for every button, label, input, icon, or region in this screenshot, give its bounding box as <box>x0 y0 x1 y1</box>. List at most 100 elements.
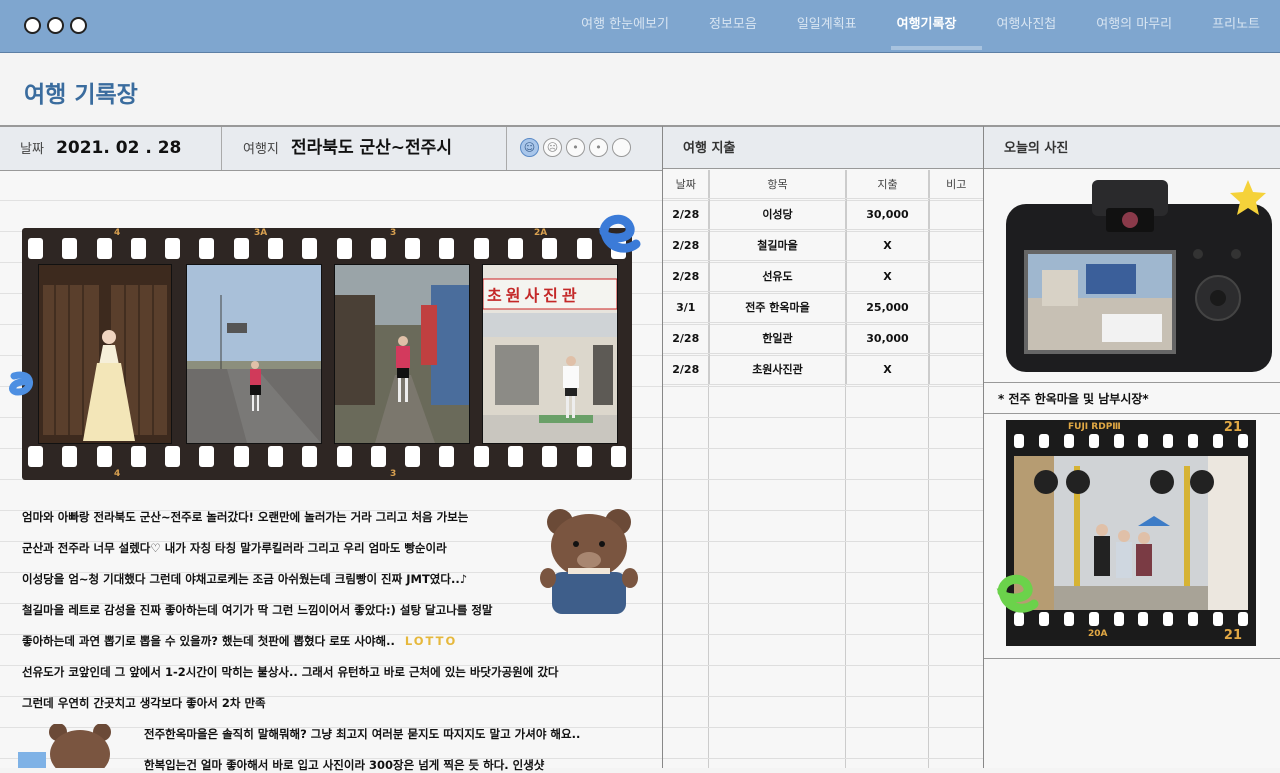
table-row[interactable]: 2/28 이성당 30,000 <box>663 198 983 230</box>
top-navigation-bar: 여행 한눈에보기 정보모음 일일계획표 여행기록장 여행사진첩 여행의 마무리 … <box>0 0 1280 53</box>
mood-cry-icon[interactable]: • <box>589 138 608 157</box>
film-photo-railway-village[interactable] <box>334 264 470 444</box>
film-frame-label: 20A <box>1088 629 1108 639</box>
table-header-row: 날짜 항목 지출 비고 <box>663 170 983 199</box>
expense-note[interactable] <box>929 291 983 323</box>
date-label: 날짜 <box>20 142 44 157</box>
divider <box>984 413 1280 414</box>
film-photo-hanok[interactable] <box>38 264 172 444</box>
expense-amount[interactable]: 30,000 <box>846 198 930 230</box>
expense-note[interactable] <box>929 353 983 385</box>
column-header: 비고 <box>929 170 983 199</box>
window-dot-icon[interactable] <box>70 17 87 34</box>
photo-image-icon <box>187 265 321 443</box>
film-sprocket-holes <box>28 446 626 468</box>
date-cell[interactable]: 날짜 2021. 02 . 28 <box>0 127 222 170</box>
expense-date[interactable]: 2/28 <box>663 260 710 292</box>
table-row[interactable]: 2/28 선유도 X <box>663 260 983 292</box>
table-row[interactable]: 3/1 전주 한옥마을 25,000 <box>663 291 983 323</box>
expense-amount[interactable]: X <box>846 229 930 261</box>
table-row[interactable]: 2/28 초원사진관 X <box>663 353 983 385</box>
film-number: 21 <box>1223 420 1242 435</box>
window-dot-icon[interactable] <box>24 17 41 34</box>
expense-date[interactable]: 2/28 <box>663 353 710 385</box>
photo-image-icon <box>1014 456 1248 610</box>
studio-sign-text: 초원사진관 <box>487 286 581 305</box>
photo-caption: * 전주 한옥마을 및 남부시장* <box>998 392 1149 406</box>
tab-free-note[interactable]: 프리노트 <box>1192 0 1280 52</box>
diary-line: 그런데 우연히 간곳치고 생각보다 좋아서 2차 만족 <box>22 696 266 710</box>
expense-amount[interactable]: 25,000 <box>846 291 930 323</box>
tab-photo-album[interactable]: 여행사진첩 <box>976 0 1076 52</box>
window-controls <box>24 17 87 34</box>
table-row[interactable]: 2/28 철길마을 X <box>663 229 983 261</box>
film-frame-label: 4 <box>114 469 121 479</box>
film-sprocket-holes <box>1014 434 1248 456</box>
tab-overview[interactable]: 여행 한눈에보기 <box>561 0 689 52</box>
expense-date[interactable]: 2/28 <box>663 229 710 261</box>
film-frame-label: 3 <box>390 469 397 479</box>
blue-e-sticker-icon <box>598 214 641 253</box>
tab-nav: 여행 한눈에보기 정보모음 일일계획표 여행기록장 여행사진첩 여행의 마무리 … <box>561 0 1280 52</box>
star-sticker-icon <box>1230 180 1266 215</box>
expense-item[interactable]: 철길마을 <box>709 229 847 261</box>
mood-happy-icon[interactable]: ☺ <box>520 138 539 157</box>
film-frame-label: 4 <box>114 228 121 238</box>
destination-cell[interactable]: 여행지 전라북도 군산~전주시 <box>223 127 507 170</box>
expense-amount[interactable]: 30,000 <box>846 322 930 354</box>
expenses-title: 여행 지출 <box>663 126 983 169</box>
expenses-panel: 여행 지출 날짜 항목 지출 비고 2/28 이성당 30,000 2/28 철… <box>663 126 984 768</box>
expense-date[interactable]: 2/28 <box>663 198 710 230</box>
expense-item[interactable]: 이성당 <box>709 198 847 230</box>
expense-item[interactable]: 초원사진관 <box>709 353 847 385</box>
divider <box>984 382 1280 383</box>
column-header: 항목 <box>709 170 847 199</box>
photo-panel: 오늘의 사진 * 전주 한옥마을 및 남부시장* FUJI RDPⅢ 21 20… <box>984 126 1280 768</box>
mood-neutral-icon[interactable]: • <box>566 138 585 157</box>
tab-wrap-up[interactable]: 여행의 마무리 <box>1076 0 1192 52</box>
film-strip: 4 3A 3 2A 4 3 초원사진관 <box>22 228 632 480</box>
expense-note[interactable] <box>929 322 983 354</box>
tab-travel-record[interactable]: 여행기록장 <box>877 0 983 52</box>
column-header: 지출 <box>846 170 930 199</box>
film-number: 21 <box>1223 628 1242 643</box>
expense-date[interactable]: 2/28 <box>663 322 710 354</box>
bear-sticker-icon <box>18 724 111 768</box>
destination-value: 전라북도 군산~전주시 <box>291 138 452 158</box>
expense-item[interactable]: 선유도 <box>709 260 847 292</box>
table-row[interactable]: 2/28 한일관 30,000 <box>663 322 983 354</box>
photo-image-icon <box>39 265 171 443</box>
blue-swirl-sticker-icon <box>9 371 33 396</box>
mood-sad-icon[interactable]: ☹ <box>543 138 562 157</box>
expense-note[interactable] <box>929 229 983 261</box>
film-photo-road[interactable] <box>186 264 322 444</box>
film-photo-studio[interactable]: 초원사진관 <box>482 264 618 444</box>
expense-amount[interactable]: X <box>846 353 930 385</box>
expense-amount[interactable]: X <box>846 260 930 292</box>
mood-empty-icon[interactable] <box>612 138 631 157</box>
expense-item[interactable]: 전주 한옥마을 <box>709 291 847 323</box>
expense-date[interactable]: 3/1 <box>663 291 710 323</box>
lotto-sticker: LOTTO <box>404 634 458 648</box>
expense-note[interactable] <box>929 198 983 230</box>
film-sprocket-holes <box>28 238 626 260</box>
expenses-table: 날짜 항목 지출 비고 2/28 이성당 30,000 2/28 철길마을 X … <box>663 170 983 385</box>
destination-label: 여행지 <box>243 142 279 157</box>
tab-daily-plan[interactable]: 일일계획표 <box>777 0 877 52</box>
tab-info[interactable]: 정보모음 <box>689 0 777 52</box>
page-title: 여행 기록장 <box>24 82 138 108</box>
divider <box>984 658 1280 659</box>
film-frame-label: 2A <box>534 228 548 238</box>
mood-selector: ☺ ☹ • • <box>520 138 631 157</box>
record-header-row: 날짜 2021. 02 . 28 여행지 전라북도 군산~전주시 ☺ ☹ • • <box>0 126 662 171</box>
diary-line: 선유도가 코앞인데 그 앞에서 1-2시간이 막히는 불상사.. 그래서 유턴하… <box>22 665 559 679</box>
expense-note[interactable] <box>929 260 983 292</box>
film-frame-label: 3A <box>254 228 268 238</box>
film-frame-photo[interactable]: FUJI RDPⅢ 21 20A 21 <box>1006 420 1256 646</box>
expense-item[interactable]: 한일관 <box>709 322 847 354</box>
diary-line: 좋아하는데 과연 뽑기로 뽑을 수 있을까? 했는데 첫판에 뽑혔다 로또 사야… <box>22 634 458 648</box>
diary-panel: 날짜 2021. 02 . 28 여행지 전라북도 군산~전주시 ☺ ☹ • •… <box>0 126 663 772</box>
photo-image-icon <box>335 265 469 443</box>
film-brand-text: FUJI RDPⅢ <box>1068 422 1121 432</box>
window-dot-icon[interactable] <box>47 17 64 34</box>
